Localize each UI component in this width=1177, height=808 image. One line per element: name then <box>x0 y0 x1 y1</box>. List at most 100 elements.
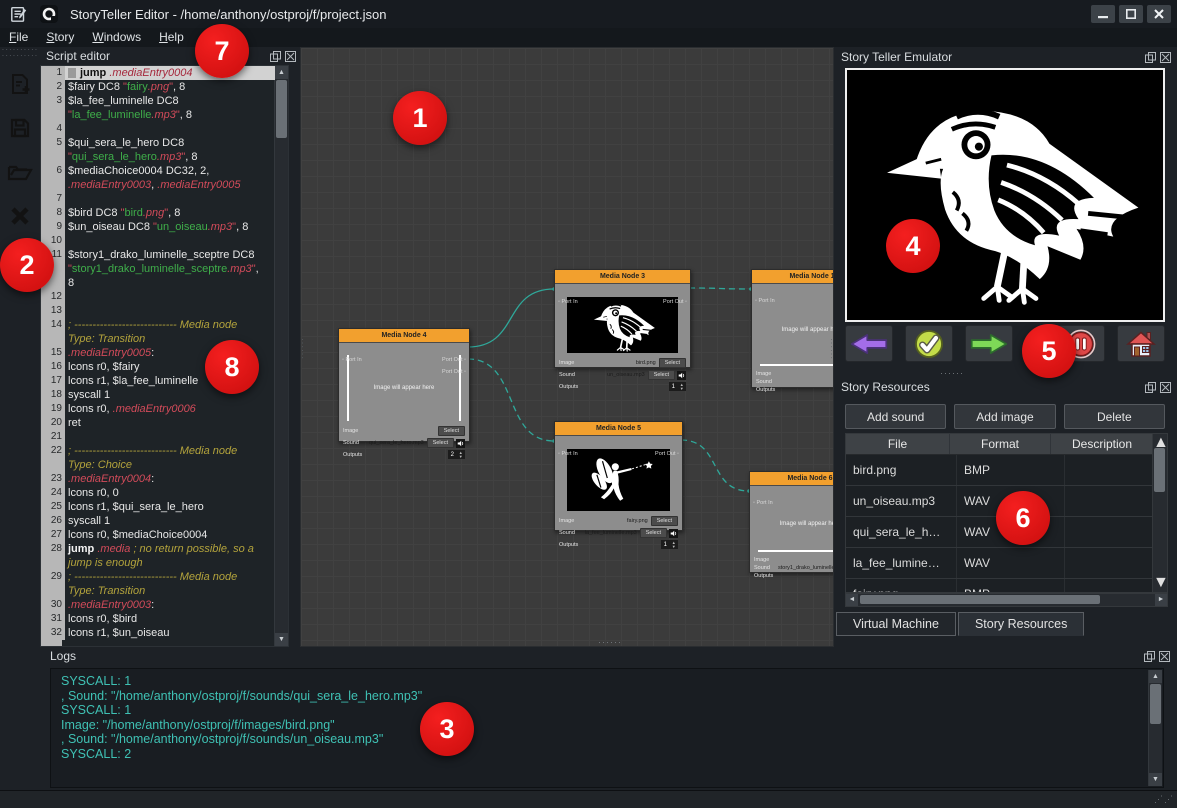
code-text[interactable]: lcons r0, 0 <box>65 486 275 500</box>
code-text[interactable] <box>65 290 275 304</box>
scrollbar-thumb[interactable] <box>1150 684 1161 724</box>
code-line[interactable]: 31lcons r0, $bird <box>41 612 275 626</box>
add-image-button[interactable]: Add image <box>954 404 1055 429</box>
media-node[interactable]: Media Node 1◦ Port InImage will appear h… <box>751 269 834 388</box>
code-line[interactable]: 6$mediaChoice0004 DC32, 2,.mediaEntry000… <box>41 164 275 192</box>
code-line[interactable]: 8$bird DC8 "bird.png", 8 <box>41 206 275 220</box>
code-text[interactable]: lcons r0, $mediaChoice0004 <box>65 528 275 542</box>
ok-button[interactable] <box>905 325 953 362</box>
code-line[interactable]: 26syscall 1 <box>41 514 275 528</box>
code-line[interactable]: 5$qui_sera_le_hero DC8"qui_sera_le_hero.… <box>41 136 275 164</box>
code-text[interactable] <box>65 234 275 248</box>
code-text[interactable]: $story1_drako_luminelle_sceptre DC8"stor… <box>65 248 275 290</box>
table-horizontal-scrollbar[interactable]: ◄ ► <box>845 593 1168 607</box>
select-button[interactable]: Select <box>648 370 675 380</box>
code-text[interactable]: .mediaEntry0004: <box>65 472 275 486</box>
menu-story[interactable]: Story <box>37 28 83 47</box>
scroll-up-arrow[interactable]: ▲ <box>1149 670 1162 683</box>
outputs-spinner[interactable]: 1▲▼ <box>669 382 686 391</box>
code-text[interactable]: lcons r0, $bird <box>65 612 275 626</box>
code-line[interactable]: 27lcons r0, $mediaChoice0004 <box>41 528 275 542</box>
code-line[interactable]: 3$la_fee_luminelle DC8"la_fee_luminelle.… <box>41 94 275 122</box>
code-text[interactable]: ; ---------------------------- Media nod… <box>65 570 275 598</box>
code-text[interactable]: $qui_sera_le_hero DC8"qui_sera_le_hero.m… <box>65 136 275 164</box>
code-text[interactable] <box>65 192 275 206</box>
code-line[interactable]: 21 <box>41 430 275 444</box>
table-row[interactable]: fairy.pngBMP <box>846 579 1153 593</box>
save-icon[interactable] <box>5 113 35 143</box>
close-project-icon[interactable] <box>5 201 35 231</box>
code-text[interactable]: $un_oiseau DC8 "un_oiseau.mp3", 8 <box>65 220 275 234</box>
code-text[interactable] <box>65 122 275 136</box>
code-text[interactable]: ; ---------------------------- Media nod… <box>65 444 275 472</box>
code-text[interactable]: jump .media ; no return possible, so aju… <box>65 542 275 570</box>
logs-scrollbar[interactable]: ▲ ▼ <box>1148 670 1162 786</box>
code-text[interactable] <box>65 430 275 444</box>
code-line[interactable]: 2$fairy DC8 "fairy.png", 8 <box>41 80 275 94</box>
scrollbar-thumb[interactable] <box>276 80 287 138</box>
close-panel-icon[interactable] <box>1160 382 1171 393</box>
code-line[interactable]: 4 <box>41 122 275 136</box>
select-button[interactable]: Select <box>427 438 454 448</box>
table-row[interactable]: la_fee_lumine…WAV <box>846 548 1153 579</box>
scrollbar-thumb[interactable] <box>860 595 1100 604</box>
right-splitter-handle[interactable]: ······ <box>828 338 834 360</box>
speaker-icon[interactable] <box>669 529 678 538</box>
tab-virtual-machine[interactable]: Virtual Machine <box>836 612 956 636</box>
code-line[interactable]: 23.mediaEntry0004: <box>41 472 275 486</box>
port-out[interactable]: Port Out ◦ <box>655 451 679 457</box>
port-in[interactable]: ◦ Port In <box>558 299 578 305</box>
code-line[interactable]: 29; ---------------------------- Media n… <box>41 570 275 598</box>
delete-button[interactable]: Delete <box>1064 404 1165 429</box>
code-text[interactable]: lcons r1, $un_oiseau <box>65 626 275 640</box>
port-out[interactable]: Port Out ◦ <box>663 299 687 305</box>
scroll-up-arrow[interactable]: ▲ <box>275 66 288 79</box>
menu-windows[interactable]: Windows <box>83 28 150 47</box>
select-button[interactable]: Select <box>659 358 686 368</box>
script-editor-scrollbar[interactable]: ▲ ▼ <box>274 66 288 646</box>
scroll-left-arrow[interactable]: ◄ <box>846 594 858 606</box>
code-line[interactable]: 12 <box>41 290 275 304</box>
select-button[interactable]: Select <box>651 516 678 526</box>
node-title[interactable]: Media Node 3 <box>555 270 690 284</box>
port-in[interactable]: ◦ Port In <box>558 451 578 457</box>
code-line[interactable]: 20ret <box>41 416 275 430</box>
code-line[interactable]: 30.mediaEntry0003: <box>41 598 275 612</box>
node-title[interactable]: Media Node 4 <box>339 329 469 343</box>
code-text[interactable]: lcons r0, .mediaEntry0006 <box>65 402 275 416</box>
port-in[interactable]: ◦ Port In <box>753 500 773 506</box>
float-panel-icon[interactable] <box>270 51 281 62</box>
scroll-down-arrow[interactable]: ▼ <box>1153 574 1166 592</box>
code-text[interactable]: $bird DC8 "bird.png", 8 <box>65 206 275 220</box>
code-text[interactable]: syscall 1 <box>65 514 275 528</box>
code-text[interactable]: .mediaEntry0003: <box>65 598 275 612</box>
table-row[interactable]: bird.pngBMP <box>846 455 1153 486</box>
tab-story-resources[interactable]: Story Resources <box>958 612 1084 636</box>
previous-button[interactable] <box>845 325 893 362</box>
code-text[interactable]: $la_fee_luminelle DC8"la_fee_luminelle.m… <box>65 94 275 122</box>
port-out[interactable]: Port Out ◦ <box>442 369 466 375</box>
code-line[interactable]: 11$story1_drako_luminelle_sceptre DC8"st… <box>41 248 275 290</box>
code-line[interactable]: 9$un_oiseau DC8 "un_oiseau.mp3", 8 <box>41 220 275 234</box>
close-panel-icon[interactable] <box>285 51 296 62</box>
add-sound-button[interactable]: Add sound <box>845 404 946 429</box>
outputs-spinner[interactable]: 1▲▼ <box>661 540 678 549</box>
media-node[interactable]: Media Node 5◦ Port InPort Out ◦ Imagefai… <box>554 421 683 531</box>
code-line[interactable]: 28jump .media ; no return possible, so a… <box>41 542 275 570</box>
scrollbar-thumb[interactable] <box>1154 448 1165 492</box>
left-splitter-handle[interactable]: ······ <box>299 338 305 360</box>
port-in[interactable]: ◦ Port In <box>342 357 362 363</box>
select-button[interactable]: Select <box>640 528 667 538</box>
float-panel-icon[interactable] <box>1144 651 1155 662</box>
minimize-button[interactable] <box>1091 5 1115 23</box>
outputs-spinner[interactable]: 2▲▼ <box>448 450 465 459</box>
scroll-right-arrow[interactable]: ► <box>1155 594 1167 606</box>
speaker-icon[interactable] <box>677 371 686 380</box>
node-graph-canvas[interactable]: Media Node 4 ◦ Port In Port Out ◦ Port Out … <box>300 47 834 647</box>
close-button[interactable] <box>1147 5 1171 23</box>
node-title[interactable]: Media Node 6 <box>750 472 834 486</box>
code-text[interactable]: jump .mediaEntry0004 <box>65 66 275 80</box>
code-line[interactable]: 10 <box>41 234 275 248</box>
next-button[interactable] <box>965 325 1013 362</box>
scroll-down-arrow[interactable]: ▼ <box>275 633 288 646</box>
